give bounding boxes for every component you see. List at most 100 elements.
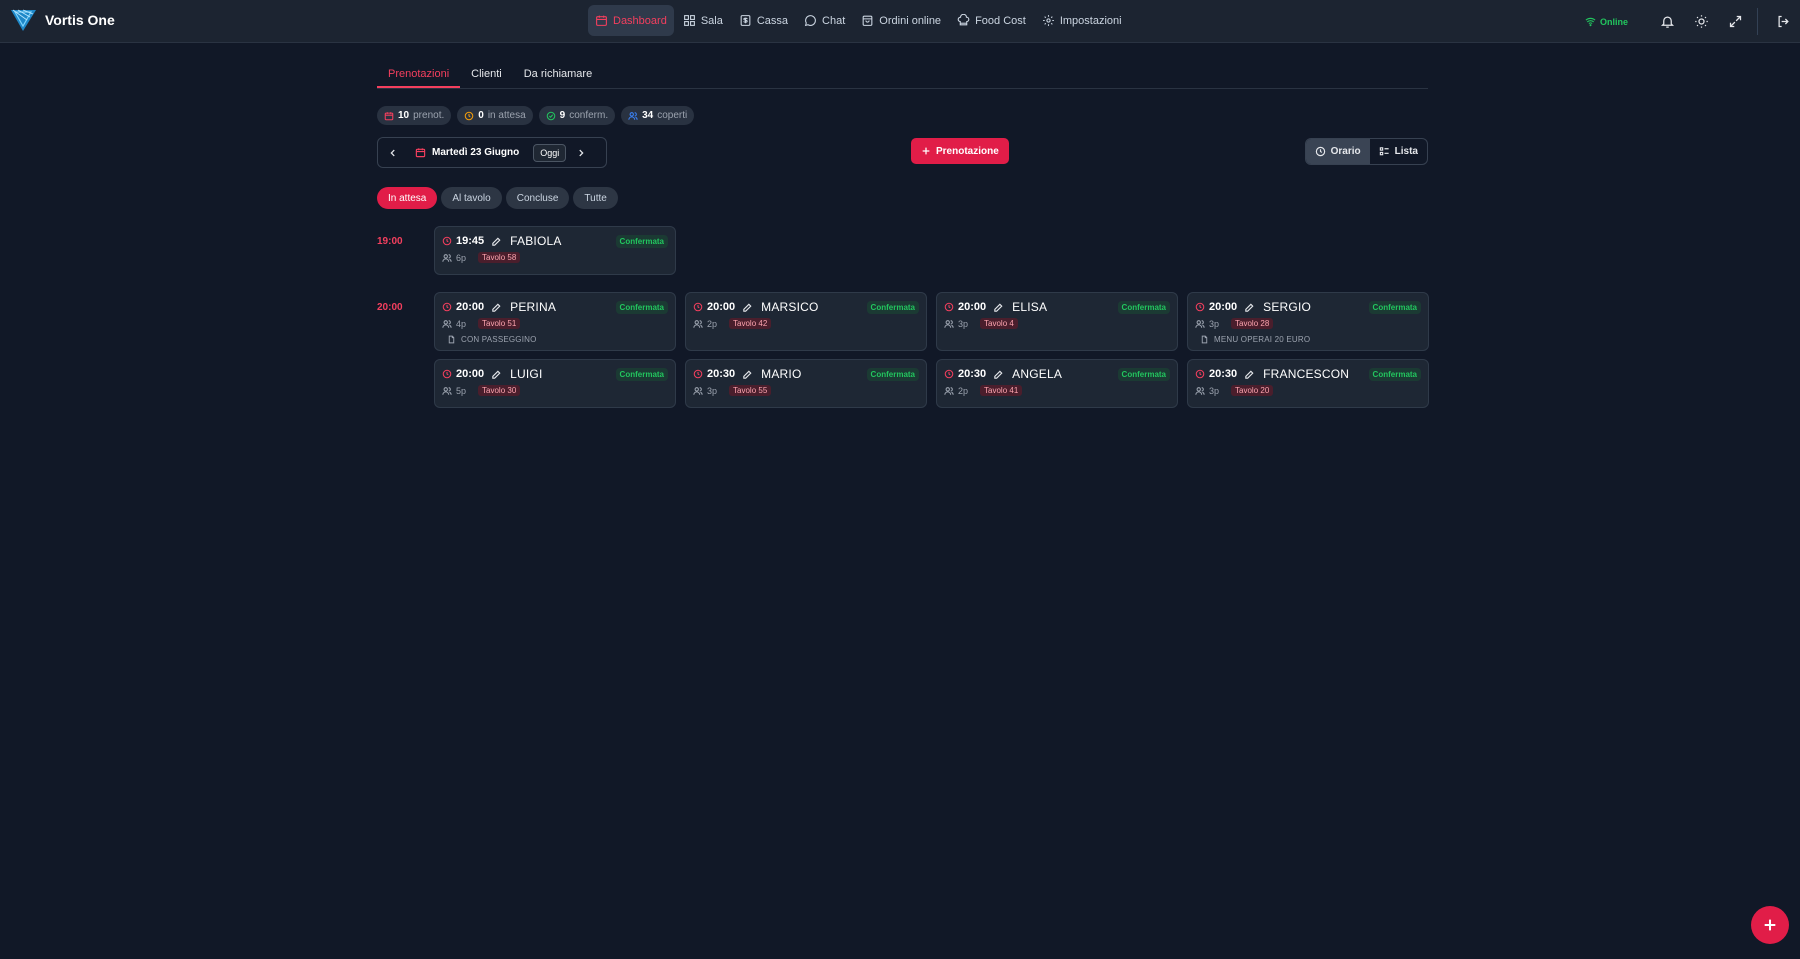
booking-time: 20:30 (958, 368, 987, 380)
booking-name: FABIOLA (510, 234, 562, 248)
nav-ordini-online[interactable]: Ordini online (854, 5, 948, 36)
wifi-icon (1585, 17, 1596, 27)
nav-food-cost[interactable]: Food Cost (950, 5, 1033, 36)
booking-header: 20:00 SERGIO Confermata (1195, 300, 1421, 314)
booking-header: 20:00 ELISA Confermata (944, 300, 1170, 314)
clock-icon (442, 236, 452, 246)
clock-icon (944, 369, 954, 379)
chevron-right-icon (579, 149, 584, 156)
booking-name: MARSICO (761, 300, 819, 314)
header-divider (1757, 8, 1758, 35)
edit-booking-button[interactable] (1244, 369, 1255, 380)
stat-coperti: 34 coperti (621, 106, 695, 125)
booking-card[interactable]: 20:00 ELISA Confermata 3p Tavolo 4 (936, 292, 1178, 351)
booking-card[interactable]: 20:00 PERINA Confermata 4p Tavolo 51 CON PASS… (434, 292, 676, 351)
status-badge: Confermata (615, 367, 668, 381)
booking-people: 2p (958, 385, 969, 396)
nav-sala[interactable]: Sala (676, 5, 730, 36)
edit-booking-button[interactable] (742, 369, 753, 380)
filter-in-attesa[interactable]: In attesa (377, 187, 438, 209)
filter-concluse[interactable]: Concluse (505, 187, 570, 209)
nav-impostazioni[interactable]: Impostazioni (1035, 5, 1129, 36)
nav-ordini-online-label: Ordini online (879, 14, 942, 27)
sun-icon (1694, 15, 1708, 28)
status-badge: Confermata (866, 300, 919, 314)
booking-card[interactable]: 20:30 FRANCESCON Confermata 3p Tavolo 20 (1187, 359, 1429, 408)
nav-cassa[interactable]: Cassa (732, 5, 795, 36)
tab-prenotazioni[interactable]: Prenotazioni (377, 60, 461, 88)
booking-name: FRANCESCON (1263, 367, 1350, 381)
nav-chat[interactable]: Chat (797, 5, 852, 36)
booking-card[interactable]: 20:00 LUIGI Confermata 5p Tavolo 30 (434, 359, 676, 408)
stat-confermate-label: conferm. (569, 110, 609, 121)
booking-card[interactable]: 20:00 MARSICO Confermata 2p Tavolo 42 (685, 292, 927, 351)
clock-icon (464, 111, 474, 120)
users-icon (693, 319, 703, 328)
booking-card[interactable]: 19:45 FABIOLA Confermata 6p Tavolo 58 (434, 226, 676, 275)
edit-booking-button[interactable] (491, 369, 502, 380)
booking-time: 20:00 (456, 301, 485, 313)
users-icon (944, 386, 954, 395)
fullscreen-button[interactable] (1718, 14, 1752, 29)
nav-chat-label: Chat (822, 14, 846, 27)
logout-button[interactable] (1766, 14, 1800, 29)
date-display[interactable]: Martedì 23 Giugno (415, 147, 519, 158)
nav-dashboard-label: Dashboard (613, 14, 667, 27)
chat-icon (804, 15, 816, 27)
note-icon (1201, 335, 1208, 344)
booking-meta: 4p Tavolo 51 (442, 318, 668, 329)
header-tools: Online (1585, 0, 1800, 43)
clock-icon (693, 369, 703, 379)
users-icon (442, 253, 452, 262)
today-button[interactable]: Oggi (533, 143, 567, 162)
booking-people: 6p (456, 252, 467, 263)
controls-bar: Martedì 23 Giugno Oggi Prenotazione Orar… (377, 137, 1428, 168)
tab-da-richiamare[interactable]: Da richiamare (513, 60, 603, 88)
tab-clienti[interactable]: Clienti (460, 60, 513, 88)
booking-note: CON PASSEGGINO (447, 335, 668, 344)
nav-dashboard[interactable]: Dashboard (588, 5, 674, 36)
slot-time: 19:00 (377, 236, 403, 247)
booking-card[interactable]: 20:00 SERGIO Confermata 3p Tavolo 28 MENU OPE… (1187, 292, 1429, 351)
edit-booking-button[interactable] (993, 369, 1004, 380)
grid-icon (683, 15, 695, 26)
next-day-button[interactable] (566, 148, 596, 158)
floating-add-button[interactable] (1751, 906, 1789, 944)
view-lista-button[interactable]: Lista (1370, 139, 1427, 164)
booking-people: 4p (456, 318, 467, 329)
booking-meta: 3p Tavolo 28 (1195, 318, 1421, 329)
theme-toggle-button[interactable] (1684, 14, 1718, 29)
pencil-icon (743, 369, 752, 379)
edit-booking-button[interactable] (993, 302, 1004, 313)
booking-meta: 3p Tavolo 55 (693, 385, 919, 396)
edit-booking-button[interactable] (491, 236, 502, 247)
note-icon (448, 335, 455, 344)
booking-time: 20:00 (958, 301, 987, 313)
booking-name: SERGIO (1263, 300, 1312, 314)
edit-booking-button[interactable] (491, 302, 502, 313)
view-orario-button[interactable]: Orario (1305, 139, 1370, 164)
connection-status: Online (1585, 16, 1628, 27)
chevron-left-icon (390, 149, 395, 156)
filter-al-tavolo[interactable]: Al tavolo (441, 187, 502, 209)
add-booking-button[interactable]: Prenotazione (911, 138, 1009, 164)
main-content: Prenotazioni Clienti Da richiamare 10 pr… (377, 60, 1429, 408)
clock-icon (1195, 302, 1205, 312)
edit-booking-button[interactable] (1244, 302, 1255, 313)
booking-header: 20:30 FRANCESCON Confermata (1195, 367, 1421, 381)
notifications-button[interactable] (1650, 14, 1684, 29)
slot-time: 20:00 (377, 302, 403, 313)
edit-booking-button[interactable] (742, 302, 753, 313)
plus-icon (1764, 919, 1776, 931)
booking-grid: 20:00 PERINA Confermata 4p Tavolo 51 CON PASS… (434, 292, 1429, 408)
status-badge: Confermata (615, 300, 668, 314)
pencil-icon (1245, 369, 1254, 379)
brand[interactable]: Vortis One (10, 8, 115, 32)
booking-header: 20:00 PERINA Confermata (442, 300, 668, 314)
online-label: Online (1599, 16, 1628, 27)
previous-day-button[interactable] (378, 148, 408, 158)
booking-meta: 3p Tavolo 20 (1195, 385, 1421, 396)
filter-tutte[interactable]: Tutte (573, 187, 618, 209)
booking-card[interactable]: 20:30 ANGELA Confermata 2p Tavolo 41 (936, 359, 1178, 408)
booking-card[interactable]: 20:30 MARIO Confermata 3p Tavolo 55 (685, 359, 927, 408)
